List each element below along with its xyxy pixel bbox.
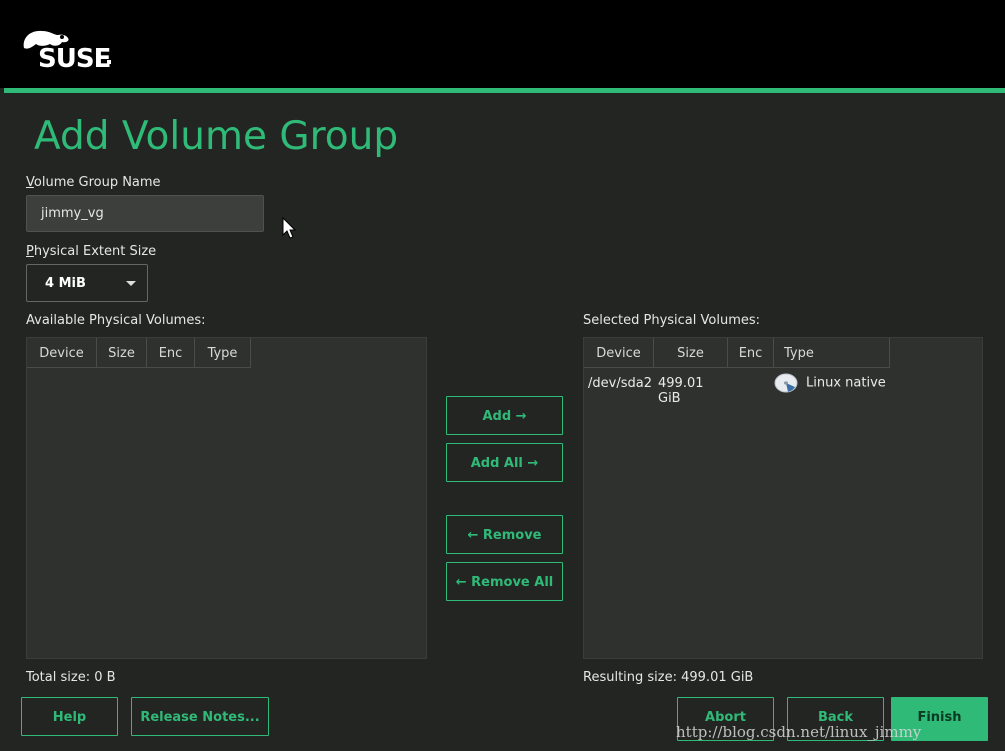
- remove-all-button[interactable]: ← Remove All: [446, 562, 563, 601]
- remove-all-button-label: ← Remove All: [455, 575, 554, 590]
- add-all-button-label: Add All →: [470, 456, 539, 471]
- page-title: Add Volume Group: [34, 114, 399, 159]
- watermark-text: http://blog.csdn.net/linux_jimmy: [676, 723, 922, 741]
- back-button-label: Back: [817, 710, 854, 725]
- mouse-pointer-icon: [282, 217, 297, 239]
- column-header-type[interactable]: Type: [774, 338, 890, 368]
- remove-button-label: ← Remove: [467, 528, 542, 543]
- cell-size: 499.01 GiB: [658, 376, 704, 406]
- help-button-label: Help: [52, 710, 87, 725]
- column-header-device[interactable]: Device: [584, 338, 654, 368]
- disk-icon: [774, 373, 798, 393]
- cell-type: Linux native: [774, 370, 904, 396]
- selected-pv-table[interactable]: Device Size Enc Type /dev/sda2 499.01 Gi…: [583, 337, 983, 659]
- accent-line: [4, 88, 1005, 93]
- column-header-enc[interactable]: Enc: [728, 338, 774, 368]
- total-size-label: Total size: 0 B: [26, 670, 116, 685]
- add-button[interactable]: Add →: [446, 396, 563, 435]
- selected-pv-header: Device Size Enc Type: [584, 338, 890, 368]
- column-header-type[interactable]: Type: [195, 338, 251, 368]
- extent-size-label: Physical Extent Size: [26, 244, 156, 259]
- resulting-size-label: Resulting size: 499.01 GiB: [583, 670, 754, 685]
- extent-size-value: 4 MiB: [45, 276, 86, 291]
- cell-enc: [728, 370, 774, 396]
- logo-dot: [107, 60, 111, 64]
- release-notes-button-label: Release Notes...: [140, 710, 260, 725]
- extent-label-text: hysical Extent Size: [33, 244, 157, 259]
- cell-device: /dev/sda2: [588, 376, 652, 391]
- vg-name-label: Volume Group Name: [26, 175, 161, 190]
- logo-wordmark: SUSE: [38, 44, 111, 74]
- table-row[interactable]: /dev/sda2 499.01 GiB Linux native: [584, 370, 904, 406]
- remove-button[interactable]: ← Remove: [446, 515, 563, 554]
- help-button[interactable]: Help: [21, 697, 118, 736]
- vg-name-label-text: olume Group Name: [33, 175, 161, 190]
- add-button-label: Add →: [482, 409, 527, 424]
- suse-logo: SUSE: [20, 26, 115, 74]
- available-pv-label: Available Physical Volumes:: [26, 313, 206, 328]
- vg-name-value: jimmy_vg: [41, 206, 104, 221]
- column-header-enc[interactable]: Enc: [147, 338, 195, 368]
- available-pv-header: Device Size Enc Type: [27, 338, 251, 368]
- column-header-device[interactable]: Device: [27, 338, 97, 368]
- cell-type-text: Linux native: [806, 375, 886, 391]
- extent-label-mnemonic: P: [26, 244, 34, 259]
- header-bar: SUSE: [0, 0, 1005, 88]
- vg-name-input[interactable]: jimmy_vg: [26, 195, 264, 232]
- column-header-size[interactable]: Size: [97, 338, 147, 368]
- abort-button-label: Abort: [705, 710, 746, 725]
- chevron-down-icon: [126, 281, 136, 286]
- vg-name-label-mnemonic: V: [26, 175, 34, 190]
- release-notes-button[interactable]: Release Notes...: [131, 697, 269, 736]
- finish-button-label: Finish: [917, 710, 962, 725]
- column-header-size[interactable]: Size: [654, 338, 728, 368]
- available-pv-table[interactable]: Device Size Enc Type: [26, 337, 427, 659]
- extent-size-select[interactable]: 4 MiB: [26, 264, 148, 302]
- add-all-button[interactable]: Add All →: [446, 443, 563, 482]
- selected-pv-label: Selected Physical Volumes:: [583, 313, 761, 328]
